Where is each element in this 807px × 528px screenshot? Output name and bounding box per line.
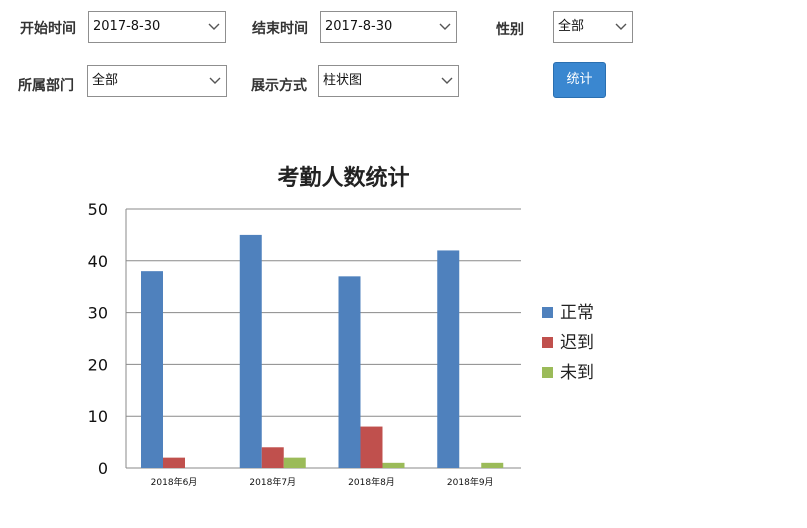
legend-label-absent: 未到 [560,363,594,383]
legend-swatch-late [542,337,553,348]
submit-stat-button[interactable]: 统计 [553,62,606,98]
chevron-down-icon [615,23,627,30]
bar-normal [338,276,361,468]
chevron-down-icon [439,23,451,30]
chart-title: 考勤人数统计 [277,165,409,191]
start-time-select[interactable]: 2017-8-30 [88,11,226,43]
department-value: 全部 [92,73,119,88]
bar-late [360,426,383,468]
display-mode-select[interactable]: 柱状图 [318,65,459,97]
x-tick-label: 2018年6月 [151,476,198,488]
display-mode-value: 柱状图 [323,73,363,88]
y-tick-label: 0 [98,459,108,478]
gender-value: 全部 [558,19,585,34]
chevron-down-icon [209,77,221,84]
gender-label: 性别 [496,22,524,38]
y-tick-label: 30 [88,304,108,323]
display-mode-label: 展示方式 [251,78,307,94]
start-time-value: 2017-8-30 [93,19,161,34]
chevron-down-icon [208,23,220,30]
attendance-bar-chart: 考勤人数统计 0 10 20 30 40 50 2018年6月 2018年7月 2018年8月 20… [88,165,594,488]
x-tick-label: 2018年9月 [447,476,494,488]
bar-absent [481,462,504,468]
bar-normal [141,271,163,468]
bar-late [261,447,284,468]
bar-absent [283,457,306,468]
legend-label-normal: 正常 [560,303,594,323]
department-label: 所属部门 [18,78,74,94]
y-tick-label: 40 [88,252,108,271]
start-time-label: 开始时间 [20,21,76,37]
gender-select[interactable]: 全部 [553,11,633,43]
bar-late [163,457,185,468]
chevron-down-icon [441,77,453,84]
end-time-value: 2017-8-30 [325,19,393,34]
y-tick-label: 50 [88,200,108,219]
department-select[interactable]: 全部 [87,65,227,97]
legend-swatch-absent [542,367,553,378]
bar-normal [437,250,460,468]
end-time-label: 结束时间 [252,21,308,37]
legend-swatch-normal [542,307,553,318]
y-tick-label: 20 [88,355,108,374]
bar-normal [239,234,262,468]
y-tick-label: 10 [88,407,108,426]
bar-absent [382,462,405,468]
end-time-select[interactable]: 2017-8-30 [320,11,457,43]
x-tick-label: 2018年8月 [348,476,395,488]
legend-label-late: 迟到 [560,333,594,353]
x-tick-label: 2018年7月 [249,476,296,488]
